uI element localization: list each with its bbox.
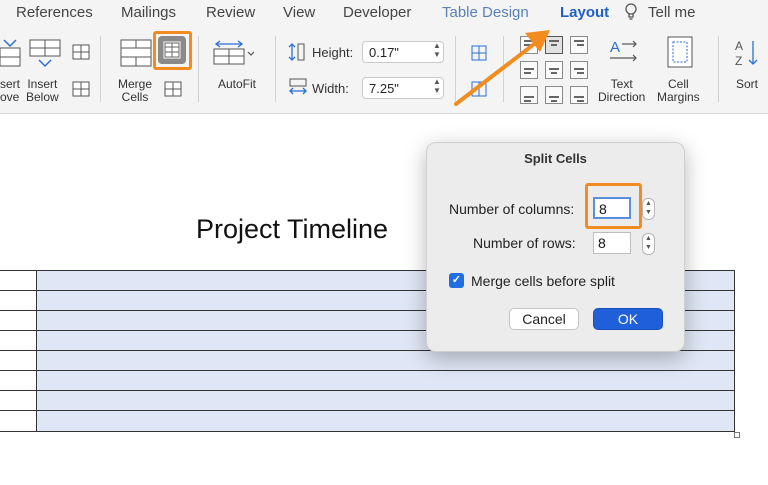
text-direction-icon[interactable]: A xyxy=(608,38,640,66)
table-row[interactable] xyxy=(0,411,734,431)
ribbon-separator xyxy=(100,36,101,102)
insert-above-icon[interactable] xyxy=(0,38,22,68)
tab-tell-me[interactable]: Tell me xyxy=(648,4,696,21)
svg-text:A: A xyxy=(610,39,620,56)
insert-below-label[interactable]: Insert Below xyxy=(26,78,59,104)
svg-text:A: A xyxy=(735,39,743,53)
ribbon-separator xyxy=(275,36,276,102)
table-row[interactable] xyxy=(0,391,734,411)
sort-label[interactable]: Sort xyxy=(736,78,758,91)
table-cell[interactable] xyxy=(0,291,37,310)
table-cell[interactable] xyxy=(0,271,37,290)
rows-stepper[interactable]: ▲ ▼ xyxy=(642,233,655,255)
merge-checkbox-label[interactable]: Merge cells before split xyxy=(471,273,615,289)
row-height-icon xyxy=(288,43,305,61)
tab-layout[interactable]: Layout xyxy=(560,4,609,21)
columns-label: Number of columns: xyxy=(449,201,575,217)
table-resize-handle[interactable] xyxy=(734,432,740,438)
table-row[interactable] xyxy=(0,351,734,371)
dialog-title: Split Cells xyxy=(524,151,587,166)
tab-table-design[interactable]: Table Design xyxy=(442,4,529,21)
lightbulb-icon xyxy=(625,3,637,20)
insert-above-label[interactable]: sert ove xyxy=(0,78,20,104)
table-cell[interactable] xyxy=(37,371,734,390)
tab-references[interactable]: References xyxy=(16,4,93,21)
tab-developer[interactable]: Developer xyxy=(343,4,411,21)
sort-icon[interactable]: A Z xyxy=(733,38,761,68)
table-cell[interactable] xyxy=(0,331,37,350)
merge-checkbox[interactable]: ✓ xyxy=(449,273,464,288)
cell-margins-icon[interactable] xyxy=(667,36,693,68)
table-cell[interactable] xyxy=(0,371,37,390)
insert-left-icon[interactable] xyxy=(72,44,90,60)
rows-input[interactable]: 8 xyxy=(593,232,631,254)
ribbon-separator xyxy=(718,36,719,102)
columns-stepper[interactable]: ▲ ▼ xyxy=(642,198,655,220)
tab-review[interactable]: Review xyxy=(206,4,255,21)
split-cells-dialog: Split Cells Number of columns: 8 ▲ ▼ Numb… xyxy=(426,142,685,352)
annotation-arrow xyxy=(454,30,550,106)
autofit-label[interactable]: AutoFit xyxy=(218,78,256,91)
align-center-right-button[interactable] xyxy=(570,61,588,79)
merge-cells-icon[interactable] xyxy=(120,38,152,68)
height-label: Height: xyxy=(312,45,354,60)
ribbon-toolbar: sert ove Insert Below Merge Cells AutoFi… xyxy=(0,26,768,114)
text-direction-label[interactable]: Text Direction xyxy=(598,78,645,104)
table-cell[interactable] xyxy=(0,411,37,431)
tab-view[interactable]: View xyxy=(283,4,315,21)
insert-below-icon[interactable] xyxy=(29,38,61,68)
document-title[interactable]: Project Timeline xyxy=(196,214,388,245)
autofit-icon[interactable] xyxy=(212,38,254,66)
merge-cells-label[interactable]: Merge Cells xyxy=(118,78,152,104)
ok-button[interactable]: OK xyxy=(593,308,663,330)
table-cell[interactable] xyxy=(0,311,37,330)
align-bottom-right-button[interactable] xyxy=(570,86,588,104)
insert-above-label-line2: ove xyxy=(0,90,20,104)
rows-label: Number of rows: xyxy=(473,235,576,251)
split-table-icon[interactable] xyxy=(164,81,182,97)
height-stepper[interactable]: ▲ ▼ xyxy=(432,41,442,63)
tab-mailings[interactable]: Mailings xyxy=(121,4,176,21)
insert-below-label-line2: Below xyxy=(26,90,59,104)
cell-margins-label[interactable]: Cell Margins xyxy=(657,78,700,104)
table-cell[interactable] xyxy=(37,391,734,410)
text-direction-label-line2: Direction xyxy=(598,90,646,104)
table-cell[interactable] xyxy=(37,351,734,370)
width-label: Width: xyxy=(312,81,349,96)
table-row[interactable] xyxy=(0,371,734,391)
table-cell[interactable] xyxy=(0,351,37,370)
width-stepper[interactable]: ▲ ▼ xyxy=(432,77,442,99)
cancel-button[interactable]: Cancel xyxy=(509,308,579,330)
svg-text:Z: Z xyxy=(735,54,742,68)
table-cell[interactable] xyxy=(0,391,37,410)
columns-highlight xyxy=(585,183,642,229)
merge-cells-label-line2: Cells xyxy=(121,90,149,104)
cell-margins-label-line2: Margins xyxy=(657,90,700,104)
align-top-right-button[interactable] xyxy=(570,36,588,54)
ribbon-tab-bar: References Mailings Review View Develope… xyxy=(0,0,768,26)
column-width-icon xyxy=(289,78,307,95)
split-cells-highlight xyxy=(153,31,192,70)
insert-right-icon[interactable] xyxy=(72,81,90,97)
table-cell[interactable] xyxy=(37,411,734,431)
ribbon-separator xyxy=(198,36,199,102)
